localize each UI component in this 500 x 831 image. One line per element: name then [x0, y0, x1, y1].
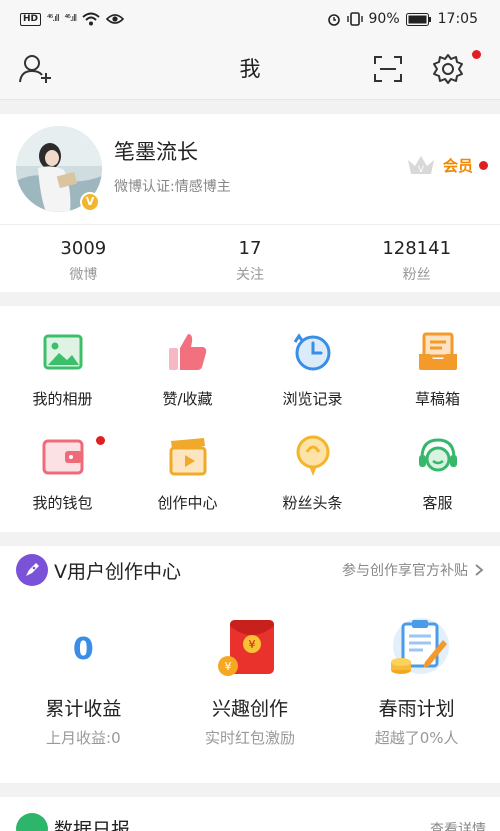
eye-icon — [106, 14, 125, 24]
alarm-icon — [327, 14, 340, 26]
svg-text:V: V — [418, 165, 425, 175]
divider — [0, 224, 500, 225]
stat-label: 粉丝 — [402, 267, 431, 283]
creator-col-interest[interactable]: ¥ ¥ 兴趣创作 实时红包激励 — [167, 610, 334, 748]
scan-button[interactable] — [368, 51, 408, 87]
verified-badge: V — [80, 192, 100, 212]
wifi-icon — [82, 12, 100, 26]
creator-col-sub: 超越了0%人 — [374, 729, 459, 747]
data-report-title: 数据日报 — [54, 819, 131, 831]
settings-notification-dot — [472, 50, 481, 59]
grid-item-creator-center[interactable]: 创作中心 — [125, 432, 250, 536]
wallet-icon — [42, 439, 83, 475]
status-bar: HD ⁴⁶.ıll ⁴⁶.ıll 90% 17:05 — [0, 0, 500, 38]
data-report-icon — [16, 813, 48, 831]
grid-label: 草稿箱 — [414, 390, 460, 408]
stat-followers[interactable]: 128141 粉丝 — [333, 238, 500, 284]
feature-grid: 我的相册 赞/收藏 浏览记录 草稿箱 我的钱包 创作中心 粉丝头条 客服 — [0, 306, 500, 532]
nav-bar: 我 — [0, 38, 500, 100]
creator-col-sub: 上月收益:0 — [46, 729, 121, 747]
creator-title: V用户创作中心 — [54, 560, 181, 583]
stat-number: 17 — [238, 238, 262, 259]
clapperboard-icon — [169, 438, 206, 476]
drafts-tray-icon — [418, 332, 457, 370]
grid-item-history[interactable]: 浏览记录 — [250, 328, 375, 432]
grid-item-fan-headline[interactable]: 粉丝头条 — [250, 432, 375, 536]
grid-item-likes[interactable]: 赞/收藏 — [125, 328, 250, 432]
vip-button[interactable]: V 会员 — [405, 152, 488, 178]
red-envelope-icon: ¥ ¥ — [217, 620, 274, 676]
verified-text: 微博认证:情感博主 — [114, 179, 231, 195]
creator-center-card: V用户创作中心 参与创作享官方补贴 0 累计收益 上月收益:0 ¥ ¥ 兴趣创作… — [0, 546, 500, 783]
grid-item-album[interactable]: 我的相册 — [0, 328, 125, 432]
grid-label: 浏览记录 — [282, 390, 343, 408]
grid-label: 我的钱包 — [32, 494, 93, 512]
creator-col-name: 兴趣创作 — [211, 698, 288, 720]
profile-card[interactable]: V 笔墨流长 微博认证:情感博主 V 会员 3009 微博 17 关注 1281… — [0, 114, 500, 292]
signal-icon-2: ⁴⁶.ıll — [64, 14, 78, 24]
stat-weibo[interactable]: 3009 微博 — [0, 238, 167, 284]
grid-label: 粉丝头条 — [282, 494, 343, 512]
vip-notification-dot — [479, 160, 488, 170]
grid-label: 客服 — [422, 494, 453, 512]
username: 笔墨流长 — [114, 140, 198, 164]
settings-icon — [433, 54, 463, 84]
stat-number: 3009 — [60, 238, 107, 259]
chevron-right-icon — [475, 564, 484, 576]
section-gap — [0, 100, 500, 114]
hd-indicator: HD — [20, 12, 42, 26]
stat-following[interactable]: 17 关注 — [167, 238, 334, 284]
crown-icon: V — [407, 156, 434, 175]
vibrate-icon — [346, 12, 363, 26]
status-left: HD ⁴⁶.ıll ⁴⁶.ıll — [20, 12, 125, 26]
creator-col-sub: 实时红包激励 — [204, 729, 295, 747]
section-gap — [0, 292, 500, 306]
settings-button[interactable] — [428, 51, 468, 87]
page-title: 我 — [239, 57, 261, 81]
earnings-value: 0 — [72, 631, 94, 667]
svg-text:¥: ¥ — [248, 638, 255, 651]
grid-item-customer-service[interactable]: 客服 — [375, 432, 500, 536]
grid-label: 我的相册 — [32, 390, 93, 408]
clock-time: 17:05 — [437, 11, 478, 27]
creator-col-spring-rain[interactable]: 春雨计划 超越了0%人 — [333, 610, 500, 748]
grid-label: 赞/收藏 — [162, 390, 213, 408]
album-icon — [43, 334, 82, 370]
thumbs-up-icon — [168, 334, 206, 370]
creator-link[interactable]: 参与创作享官方补贴 — [342, 560, 468, 580]
battery-percent: 90% — [368, 11, 400, 27]
vip-label: 会员 — [442, 156, 473, 175]
creator-col-name: 累计收益 — [45, 698, 122, 720]
add-friend-button[interactable] — [16, 51, 56, 87]
stat-label: 微博 — [69, 267, 98, 283]
creator-logo-icon — [16, 554, 48, 586]
data-report-card[interactable]: 数据日报 查看详情 — [0, 797, 500, 831]
history-clock-icon — [293, 333, 330, 371]
svg-text:¥: ¥ — [224, 660, 231, 673]
section-gap — [0, 783, 500, 797]
status-right: 90% 17:05 — [327, 11, 478, 27]
stat-label: 关注 — [236, 267, 264, 283]
clipboard-coins-icon — [390, 618, 449, 674]
grid-item-drafts[interactable]: 草稿箱 — [375, 328, 500, 432]
creator-col-name: 春雨计划 — [378, 698, 455, 720]
creator-columns: 0 累计收益 上月收益:0 ¥ ¥ 兴趣创作 实时红包激励 春雨计划 超越了0%… — [0, 610, 500, 748]
creator-col-earnings[interactable]: 0 累计收益 上月收益:0 — [0, 610, 167, 748]
creator-header[interactable]: V用户创作中心 参与创作享官方补贴 — [0, 546, 500, 594]
headline-bulb-icon — [296, 435, 329, 476]
earnings-visual: 0 — [0, 610, 167, 688]
spring-rain-visual — [333, 610, 500, 688]
scan-icon — [374, 56, 402, 82]
stat-number: 128141 — [382, 238, 452, 259]
signal-icon: ⁴⁶.ıll — [47, 14, 60, 24]
interest-visual: ¥ ¥ — [167, 610, 334, 688]
grid-item-wallet[interactable]: 我的钱包 — [0, 432, 125, 536]
stats-row: 3009 微博 17 关注 128141 粉丝 — [0, 238, 500, 284]
wallet-notification-dot — [96, 436, 105, 445]
add-friend-icon — [19, 55, 51, 83]
battery-icon — [405, 12, 431, 26]
data-report-link[interactable]: 查看详情 — [430, 819, 486, 831]
customer-service-icon — [418, 438, 457, 472]
grid-label: 创作中心 — [157, 494, 218, 512]
